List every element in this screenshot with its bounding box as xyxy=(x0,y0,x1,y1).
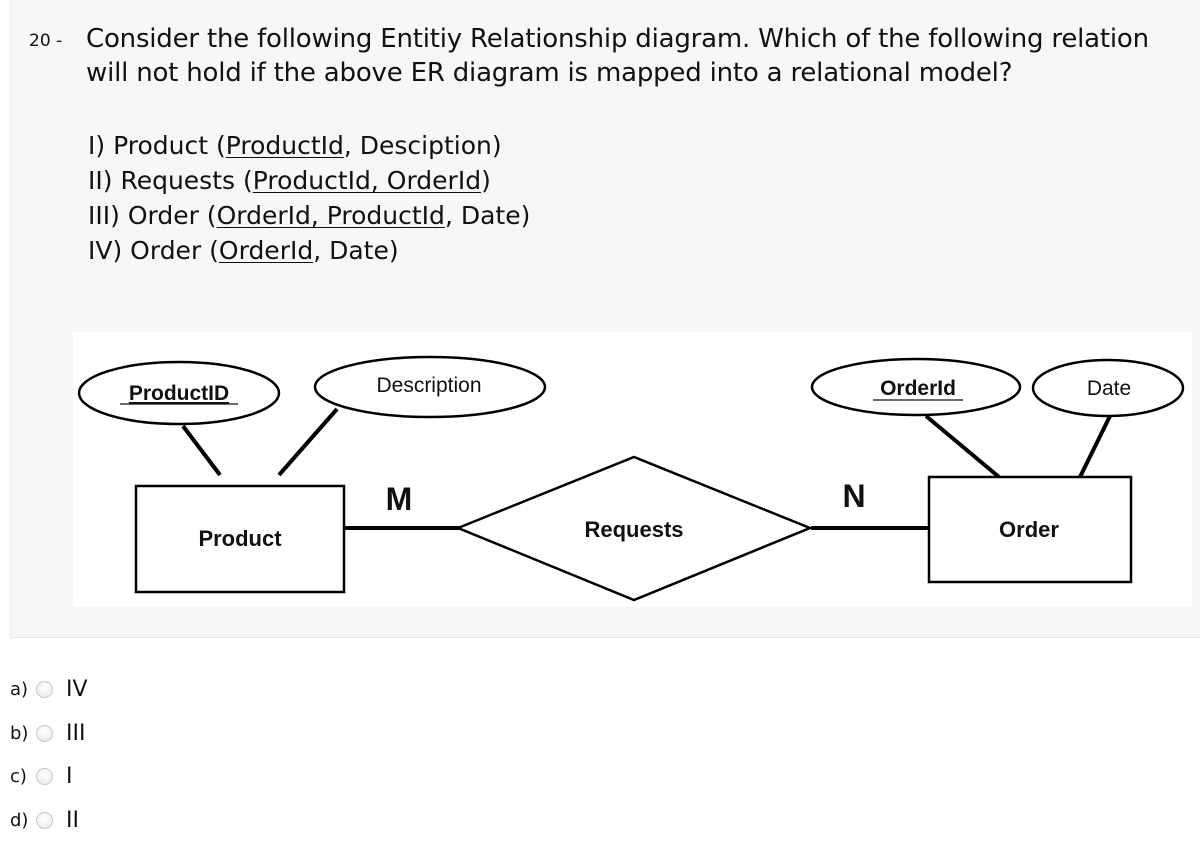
radio-button[interactable] xyxy=(36,724,53,742)
option-b[interactable]: b) III xyxy=(10,716,210,750)
relation-item: II) Requests (ProductId, OrderId) xyxy=(88,163,530,198)
relation-key: OrderId xyxy=(218,236,314,265)
er-diagram-svg: ProductID Description OrderId Date Produ… xyxy=(77,355,1185,602)
attribute-orderid-label: OrderId xyxy=(880,377,956,400)
relation-rest: , Date) xyxy=(313,236,399,265)
connector-description xyxy=(277,407,339,477)
question-text: Consider the following Entitiy Relations… xyxy=(86,24,1149,88)
option-letter: c) xyxy=(10,765,27,787)
radio-button[interactable] xyxy=(36,767,53,785)
option-text: III xyxy=(66,720,86,746)
connector-productid xyxy=(181,424,222,477)
relation-prefix: III) Order ( xyxy=(88,201,217,230)
cardinality-m: M xyxy=(386,481,413,517)
relation-prefix: II) Requests ( xyxy=(88,166,253,195)
radio-button[interactable] xyxy=(36,680,53,698)
relations-list: I) Product (ProductId, Desciption) II) R… xyxy=(88,128,530,268)
attribute-description-label: Description xyxy=(376,374,481,397)
radio-button[interactable] xyxy=(36,811,53,829)
connector-date xyxy=(1078,415,1112,478)
option-letter: a) xyxy=(10,678,29,700)
option-c[interactable]: c) I xyxy=(10,759,210,793)
attribute-productid-label: ProductID xyxy=(129,382,229,405)
option-letter: b) xyxy=(10,722,29,744)
relation-item: III) Order (OrderId, ProductId, Date) xyxy=(88,198,530,233)
relation-rest: , Date) xyxy=(444,201,531,230)
attribute-date-label: Date xyxy=(1087,377,1131,400)
relationship-requests-label: Requests xyxy=(584,517,683,542)
option-text: IV xyxy=(66,676,88,702)
relation-rest: ) xyxy=(481,166,491,195)
option-text: I xyxy=(66,763,73,789)
entity-order-label: Order xyxy=(999,517,1059,542)
option-a[interactable]: a) IV xyxy=(10,672,210,706)
option-d[interactable]: d) II xyxy=(10,803,210,837)
relation-prefix: I) Product ( xyxy=(88,131,226,160)
er-diagram: ProductID Description OrderId Date Produ… xyxy=(73,332,1192,607)
relation-key: ProductId, OrderId xyxy=(252,166,482,195)
relation-prefix: IV) Order ( xyxy=(88,236,219,265)
question-number: 20 - xyxy=(29,31,63,51)
relation-item: IV) Order (OrderId, Date) xyxy=(88,233,530,268)
cardinality-n: N xyxy=(842,478,865,514)
relation-key: ProductId xyxy=(225,131,344,160)
connector-orderid xyxy=(924,414,1001,479)
option-text: II xyxy=(66,807,79,833)
option-letter: d) xyxy=(10,809,29,831)
relation-rest: , Desciption) xyxy=(343,131,502,160)
entity-product-label: Product xyxy=(198,526,282,551)
relation-item: I) Product (ProductId, Desciption) xyxy=(88,128,530,163)
relation-key: OrderId, ProductId xyxy=(216,201,445,230)
